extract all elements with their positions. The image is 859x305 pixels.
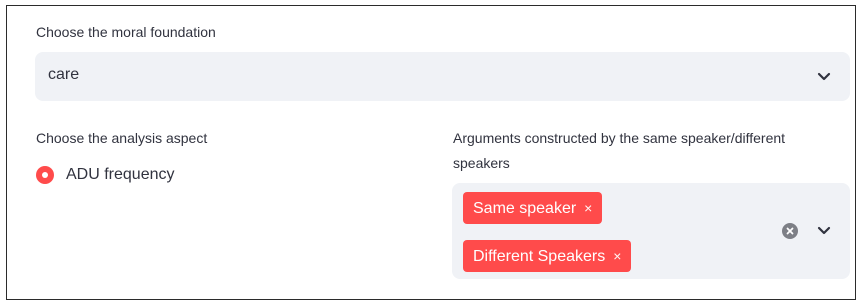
chevron-down-icon[interactable]	[817, 226, 831, 236]
radio-dot	[42, 172, 48, 178]
foundation-select[interactable]: care	[35, 52, 850, 101]
speakers-multiselect-label-line1: Arguments constructed by the same speake…	[453, 130, 786, 146]
aspect-radio-label: Choose the analysis aspect	[36, 130, 208, 146]
chevron-down-icon[interactable]	[817, 72, 831, 82]
clear-all-icon[interactable]	[782, 223, 798, 239]
tag-different-speakers-label: Different Speakers	[473, 248, 606, 265]
tag-different-speakers[interactable]: Different Speakers ×	[463, 240, 632, 272]
clear-x-glyph	[786, 227, 794, 235]
close-icon[interactable]: ×	[584, 192, 592, 224]
tag-same-speaker[interactable]: Same speaker ×	[463, 192, 603, 224]
foundation-select-value: care	[48, 66, 80, 83]
tag-same-speaker-label: Same speaker	[473, 200, 577, 217]
speakers-multiselect-label-line2: speakers	[453, 155, 510, 171]
foundation-select-label: Choose the moral foundation	[36, 24, 216, 40]
radio-option-adu-frequency[interactable]: ADU frequency	[66, 163, 175, 187]
radio-selected-icon[interactable]	[36, 166, 54, 184]
close-icon[interactable]: ×	[613, 240, 621, 272]
